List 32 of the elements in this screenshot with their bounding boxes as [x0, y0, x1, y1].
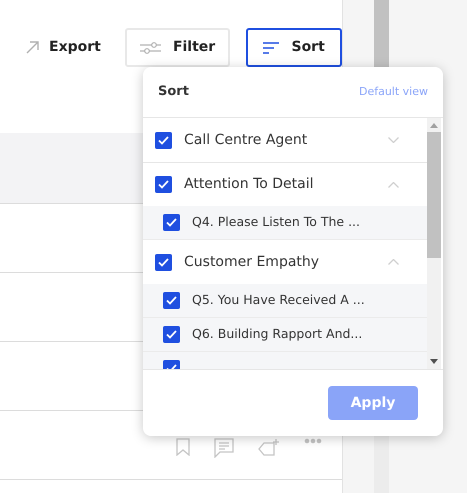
checkbox[interactable] [163, 292, 180, 309]
question-label: Q4. Please Listen To The ... [192, 213, 360, 232]
question-row[interactable]: Q5. You Have Received A ... [143, 284, 427, 318]
sort-button[interactable]: Sort [246, 28, 342, 67]
group-label: Attention To Detail [184, 175, 314, 194]
check-icon [166, 296, 177, 305]
group-label: Customer Empathy [184, 252, 320, 272]
sliders-icon [140, 40, 161, 54]
arrow-icon [26, 40, 39, 54]
checkbox[interactable] [155, 176, 172, 193]
popover-title: Sort [158, 83, 189, 102]
list-scrollbar[interactable] [427, 118, 441, 369]
check-icon [166, 330, 177, 339]
question-row[interactable]: Q6. Building Rapport And... [143, 318, 427, 352]
check-icon [158, 258, 169, 266]
export-button[interactable]: Export [26, 28, 101, 66]
checkbox[interactable] [155, 254, 172, 270]
checkbox[interactable] [163, 214, 180, 231]
filter-button[interactable]: Filter [124, 28, 230, 67]
question-label: Q6. Building Rapport And... [192, 325, 362, 344]
sort-icon [263, 42, 280, 54]
group-label: Call Centre Agent [184, 130, 308, 150]
checkbox[interactable] [163, 326, 180, 343]
scroll-down-icon[interactable] [430, 359, 438, 365]
question-row[interactable]: Q4. Please Listen To The ... [143, 206, 427, 240]
check-icon [158, 180, 169, 189]
check-icon [158, 136, 169, 144]
checkbox[interactable] [155, 132, 172, 148]
group-row[interactable]: Call Centre Agent [143, 118, 427, 162]
check-icon [166, 218, 177, 227]
group-row[interactable]: Customer Empathy [143, 240, 427, 284]
question-label: Q5. You Have Received A ... [192, 291, 365, 310]
